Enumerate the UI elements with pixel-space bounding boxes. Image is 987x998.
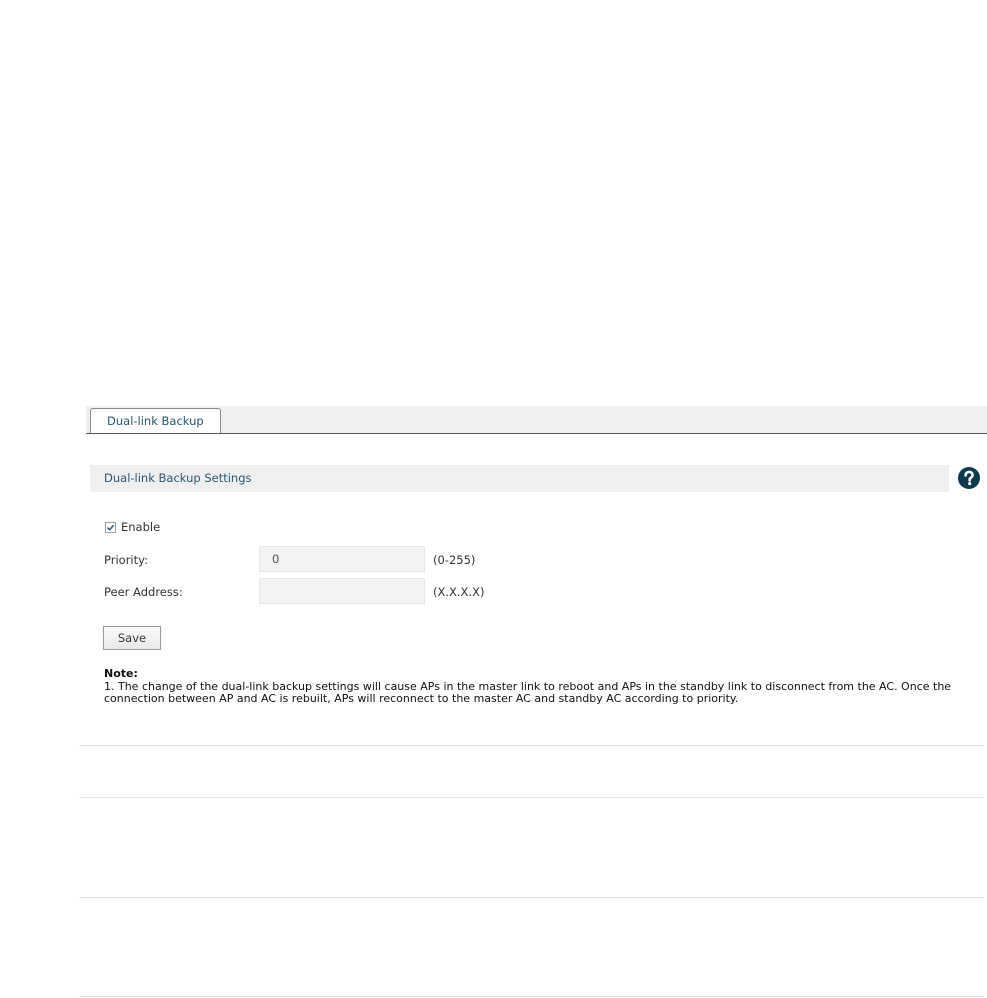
checkmark-icon <box>106 524 115 531</box>
priority-label: Priority: <box>104 553 148 567</box>
peer-address-input[interactable] <box>259 578 425 604</box>
divider <box>79 996 985 997</box>
enable-label: Enable <box>121 520 161 534</box>
tab-dual-link-backup[interactable]: Dual-link Backup <box>90 408 221 433</box>
section-title: Dual-link Backup Settings <box>104 471 252 485</box>
divider <box>79 797 985 798</box>
peer-address-label: Peer Address: <box>104 585 183 599</box>
divider <box>79 745 985 746</box>
enable-row: Enable <box>105 520 160 534</box>
save-button[interactable]: Save <box>103 626 161 650</box>
peer-address-hint: (X.X.X.X) <box>433 585 485 599</box>
divider <box>79 897 985 898</box>
help-icon[interactable] <box>958 467 980 489</box>
section-header: Dual-link Backup Settings <box>90 465 949 492</box>
priority-input[interactable] <box>259 546 425 572</box>
note-text: 1. The change of the dual-link backup se… <box>104 679 952 705</box>
priority-hint: (0-255) <box>433 553 476 567</box>
enable-checkbox[interactable] <box>105 521 116 533</box>
tab-bar: Dual-link Backup <box>86 406 987 434</box>
note: Note: 1. The change of the dual-link bac… <box>104 667 964 706</box>
